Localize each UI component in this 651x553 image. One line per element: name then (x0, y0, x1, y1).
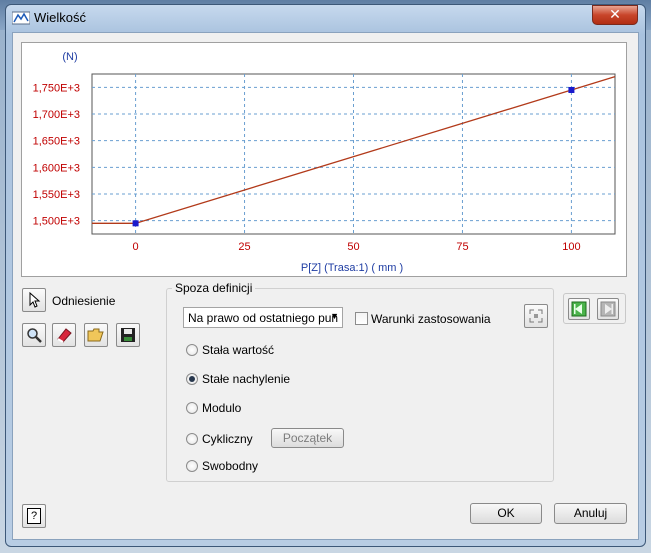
radio-modulo[interactable] (186, 402, 198, 414)
y-tick-label: 1,700E+3 (33, 109, 80, 121)
radio-constant-slope[interactable] (186, 373, 198, 385)
radio-cyclic-label: Cykliczny (202, 432, 253, 446)
radio-constant-slope-label: Stałe nachylenie (202, 372, 291, 386)
y-tick-label: 1,750E+3 (33, 82, 80, 94)
y-tick-label: 1,550E+3 (33, 189, 80, 201)
x-tick-label: 50 (347, 241, 359, 253)
save-icon (121, 328, 135, 342)
y-tick-label: 1,650E+3 (33, 136, 80, 148)
app-icon (12, 11, 30, 25)
close-icon: ✕ (609, 7, 621, 23)
help-icon: ? (27, 508, 41, 524)
conditions-checkbox[interactable] (355, 312, 368, 325)
open-folder-icon (87, 328, 104, 342)
data-point-marker[interactable] (568, 87, 575, 93)
open-button[interactable] (84, 323, 108, 347)
cursor-icon (29, 292, 41, 308)
next-icon (600, 301, 616, 317)
data-point-marker[interactable] (132, 220, 139, 227)
previous-button[interactable] (568, 298, 590, 320)
cancel-button[interactable]: Anuluj (554, 503, 627, 524)
reference-button[interactable] (22, 288, 46, 312)
conditions-label: Warunki zastosowania (371, 312, 491, 326)
dropdown-value: Na prawo od ostatniego pun (188, 311, 339, 325)
expand-icon (529, 309, 543, 323)
help-button[interactable]: ? (22, 504, 46, 528)
y-tick-label: 1,500E+3 (33, 216, 80, 228)
ok-button[interactable]: OK (470, 503, 542, 524)
x-axis-label: P[Z] (Trasa:1) ( mm ) (301, 262, 403, 274)
previous-icon (571, 301, 587, 317)
radio-free-label: Swobodny (202, 459, 259, 473)
x-tick-label: 75 (456, 241, 468, 253)
radio-cyclic[interactable] (186, 433, 198, 445)
next-button[interactable] (597, 298, 619, 320)
reference-label: Odniesienie (52, 294, 116, 308)
zoom-icon (27, 328, 42, 343)
radio-modulo-label: Modulo (202, 401, 242, 415)
y-axis-label: (N) (62, 51, 77, 63)
window-title: Wielkość (34, 10, 87, 25)
eraser-button[interactable] (52, 323, 76, 347)
chevron-down-icon: ▼ (330, 311, 339, 321)
outside-definition-label: Spoza definicji (172, 281, 256, 295)
save-button[interactable] (116, 323, 140, 347)
x-tick-label: 100 (562, 241, 580, 253)
extrapolation-dropdown[interactable]: Na prawo od ostatniego pun ▼ (183, 307, 343, 328)
expand-button[interactable] (524, 304, 548, 328)
y-tick-label: 1,600E+3 (33, 162, 80, 174)
radio-constant-value[interactable] (186, 344, 198, 356)
eraser-icon (57, 328, 72, 343)
radio-free[interactable] (186, 460, 198, 472)
start-button[interactable]: Początek (271, 428, 344, 448)
radio-constant-value-label: Stała wartość (202, 343, 275, 357)
close-button[interactable]: ✕ (592, 5, 638, 25)
chart[interactable]: 0 25 50 75 100 1,500E+3 1,550E+3 1,600E+3 1,650E… (22, 43, 626, 276)
x-tick-label: 25 (238, 241, 250, 253)
x-tick-label: 0 (133, 241, 139, 253)
zoom-button[interactable] (22, 323, 46, 347)
